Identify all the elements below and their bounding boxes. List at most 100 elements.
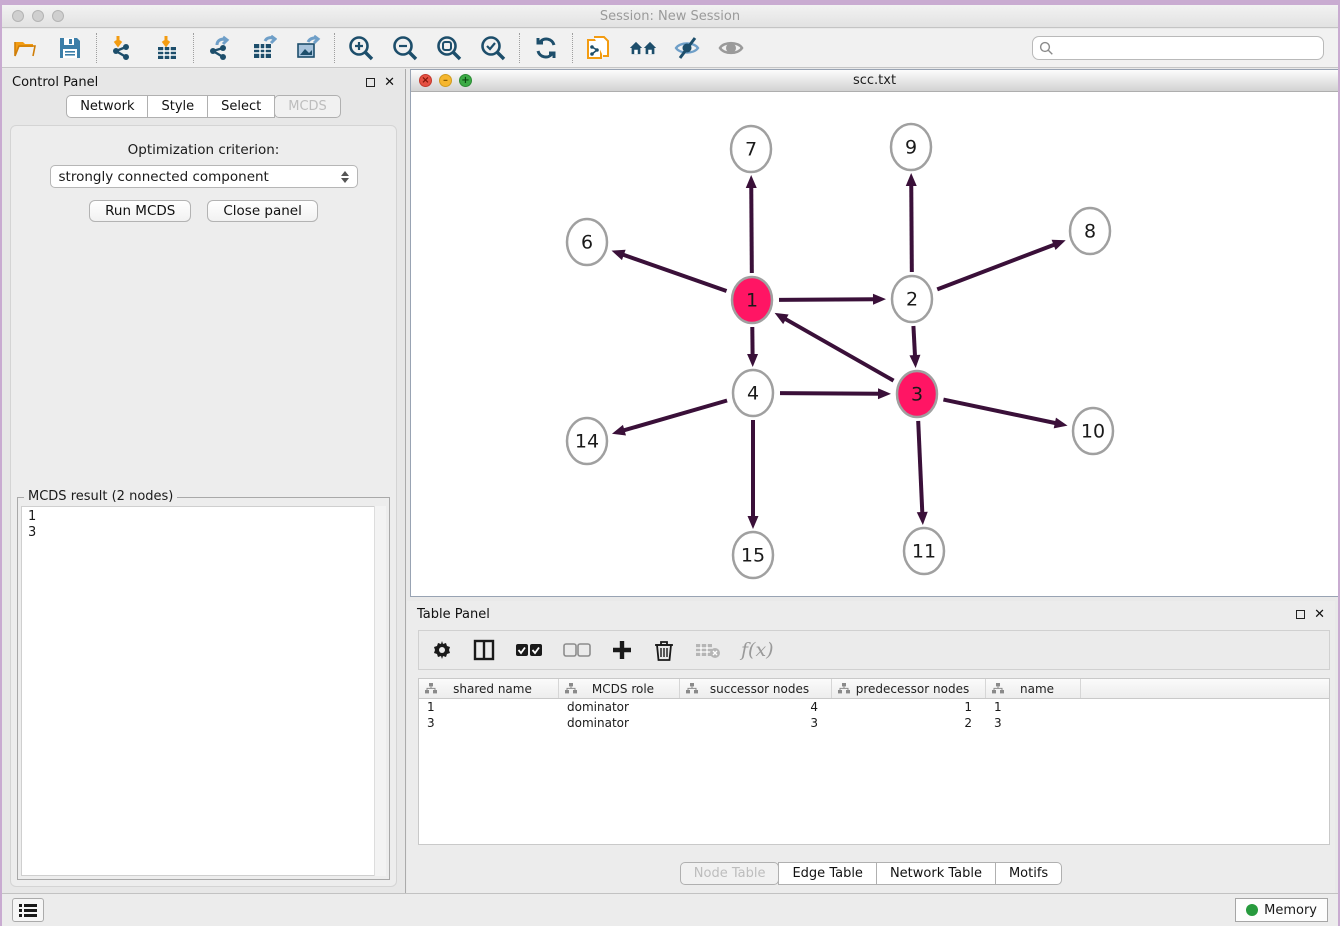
edge-arrow-1-2: [873, 294, 886, 305]
cell-MCDS-role[interactable]: dominator: [559, 699, 680, 715]
task-history-button[interactable]: [12, 898, 44, 922]
first-neighbors-icon[interactable]: [629, 34, 657, 62]
network-view-window: × – + scc.txt 7968124314101511: [410, 69, 1339, 597]
cell-shared-name[interactable]: 3: [419, 715, 559, 731]
tab-node-table[interactable]: Node Table: [680, 862, 780, 885]
tab-motifs[interactable]: Motifs: [995, 862, 1062, 885]
float-panel-icon[interactable]: [366, 78, 375, 87]
maximize-network-window-icon[interactable]: +: [459, 74, 472, 87]
cell-name[interactable]: 3: [986, 715, 1081, 731]
memory-button[interactable]: Memory: [1235, 898, 1328, 922]
tab-network[interactable]: Network: [66, 95, 148, 118]
table-rows: 1dominator4113dominator323: [419, 699, 1329, 731]
save-session-icon[interactable]: [56, 34, 84, 62]
tab-mcds[interactable]: MCDS: [274, 95, 341, 118]
tab-style[interactable]: Style: [147, 95, 208, 118]
import-table-icon[interactable]: [153, 34, 181, 62]
optimization-criterion-label: Optimization criterion:: [11, 142, 396, 158]
run-mcds-button[interactable]: Run MCDS: [89, 200, 191, 222]
minimize-network-window-icon[interactable]: –: [439, 74, 452, 87]
float-table-panel-icon[interactable]: [1296, 610, 1305, 619]
graph-node-label-11: 11: [912, 541, 936, 563]
close-table-panel-icon[interactable]: ✕: [1314, 608, 1325, 621]
close-network-window-icon[interactable]: ×: [419, 74, 432, 87]
zoom-in-icon[interactable]: [347, 34, 375, 62]
optimization-criterion-value: strongly connected component: [59, 169, 269, 185]
graph-node-label-6: 6: [581, 232, 593, 254]
edge-arrow-4-15: [748, 516, 759, 529]
close-panel-icon[interactable]: ✕: [384, 76, 395, 89]
hide-graphics-details-icon[interactable]: [673, 34, 701, 62]
export-table-icon[interactable]: [250, 34, 278, 62]
split-view-icon[interactable]: [473, 638, 495, 662]
edge-3-11[interactable]: [918, 421, 922, 514]
edge-1-7[interactable]: [751, 186, 752, 273]
mcds-tab-content: Optimization criterion: strongly connect…: [10, 125, 397, 887]
edge-arrow-3-10: [1054, 418, 1068, 429]
list-icon: [19, 903, 37, 917]
edge-arrow-2-8: [1052, 240, 1066, 250]
zoom-out-icon[interactable]: [391, 34, 419, 62]
cell-name[interactable]: 1: [986, 699, 1081, 715]
edge-2-8[interactable]: [937, 244, 1055, 289]
column-header-successor-nodes[interactable]: successor nodes: [680, 679, 832, 698]
show-annotations-icon[interactable]: [717, 34, 745, 62]
graph-node-label-2: 2: [906, 289, 918, 311]
mcds-result-text[interactable]: 1 3: [21, 506, 386, 876]
edge-4-14[interactable]: [623, 400, 728, 430]
zoom-selected-icon[interactable]: [479, 34, 507, 62]
tab-network-table[interactable]: Network Table: [876, 862, 996, 885]
graph-node-label-14: 14: [575, 431, 599, 453]
control-panel: Control Panel ✕ NetworkStyleSelectMCDS O…: [2, 69, 406, 893]
table-panel: Table Panel ✕: [407, 601, 1335, 893]
graph-node-label-15: 15: [741, 545, 765, 567]
search-input[interactable]: [1058, 41, 1317, 55]
edge-3-10[interactable]: [943, 400, 1056, 424]
cell-shared-name[interactable]: 1: [419, 699, 559, 715]
cell-MCDS-role[interactable]: dominator: [559, 715, 680, 731]
delete-table-icon[interactable]: [695, 638, 721, 662]
cell-successor-nodes[interactable]: 3: [680, 715, 832, 731]
column-header-name[interactable]: name: [986, 679, 1081, 698]
table-row[interactable]: 1dominator411: [419, 699, 1329, 715]
optimization-criterion-select[interactable]: strongly connected component: [50, 165, 358, 188]
result-scrollbar[interactable]: [374, 506, 386, 876]
export-network-icon[interactable]: [206, 34, 234, 62]
application-window: Session: New Session: [0, 0, 1340, 926]
table-row[interactable]: 3dominator323: [419, 715, 1329, 731]
tab-select[interactable]: Select: [207, 95, 275, 118]
column-header-MCDS-role[interactable]: MCDS role: [559, 679, 680, 698]
main-titlebar: Session: New Session: [2, 5, 1338, 28]
edge-2-3[interactable]: [913, 326, 915, 357]
new-network-from-selection-icon[interactable]: [585, 34, 613, 62]
edge-4-3[interactable]: [780, 393, 880, 394]
tab-edge-table[interactable]: Edge Table: [778, 862, 876, 885]
cell-predecessor-nodes[interactable]: 2: [832, 715, 986, 731]
network-graph[interactable]: 7968124314101511: [411, 92, 1338, 595]
function-builder-icon[interactable]: f(x): [741, 638, 774, 662]
deselect-all-columns-icon[interactable]: [563, 638, 591, 662]
select-all-columns-icon[interactable]: [515, 638, 543, 662]
close-panel-button[interactable]: Close panel: [207, 200, 318, 222]
export-image-icon[interactable]: [294, 34, 322, 62]
cell-successor-nodes[interactable]: 4: [680, 699, 832, 715]
column-header-predecessor-nodes[interactable]: predecessor nodes: [832, 679, 986, 698]
import-network-icon[interactable]: [109, 34, 137, 62]
mcds-result-title: MCDS result (2 nodes): [24, 489, 177, 504]
cell-predecessor-nodes[interactable]: 1: [832, 699, 986, 715]
network-canvas[interactable]: 7968124314101511: [411, 92, 1338, 595]
fit-content-icon[interactable]: [435, 34, 463, 62]
add-column-icon[interactable]: [611, 638, 633, 662]
edge-3-1[interactable]: [784, 318, 893, 380]
edge-2-9[interactable]: [911, 184, 912, 272]
column-header-shared-name[interactable]: shared name: [419, 679, 559, 698]
edge-1-2[interactable]: [779, 299, 875, 300]
open-session-icon[interactable]: [12, 34, 40, 62]
settings-icon[interactable]: [431, 638, 453, 662]
table-header: shared nameMCDS rolesuccessor nodesprede…: [419, 679, 1329, 699]
delete-columns-icon[interactable]: [653, 638, 675, 662]
memory-status-icon: [1246, 904, 1258, 916]
column-header-filler: [1081, 679, 1329, 698]
edge-1-6[interactable]: [622, 254, 727, 291]
apply-layout-icon[interactable]: [532, 34, 560, 62]
